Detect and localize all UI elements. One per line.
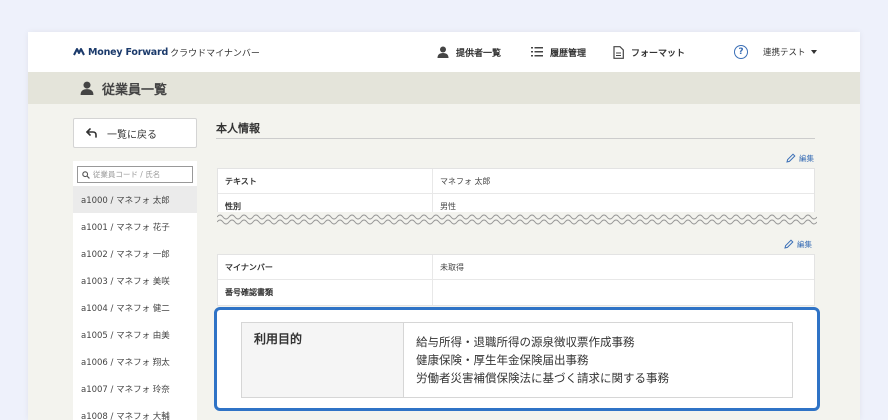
back-to-list-button[interactable]: 一覧に戻る bbox=[73, 118, 197, 148]
employee-list-item[interactable]: a1001 / マネフォ 花子 bbox=[73, 213, 197, 240]
person-icon bbox=[437, 46, 449, 58]
table-row: テキスト マネフォ 太郎 bbox=[218, 169, 814, 194]
logo-product: クラウドマイナンバー bbox=[170, 48, 260, 59]
back-arrow-icon bbox=[86, 128, 97, 138]
purpose-line: 給与所得・退職所得の源泉徴収票作成事務 bbox=[416, 335, 635, 349]
purpose-line: 健康保険・厚生年金保険届出事務 bbox=[416, 353, 589, 367]
app-window: Money Forward クラウドマイナンバー 提供者一覧 履歴管理 フォーマ… bbox=[28, 32, 860, 420]
purpose-line: 労働者災害補償保険法に基づく請求に関する事務 bbox=[416, 371, 669, 385]
brand-logo[interactable]: Money Forward クラウドマイナンバー bbox=[73, 44, 260, 60]
nav-provider-list[interactable]: 提供者一覧 bbox=[437, 44, 501, 60]
employee-list-item[interactable]: a1008 / マネフォ 大輔 bbox=[73, 402, 197, 420]
employee-list-item[interactable]: a1002 / マネフォ 一郎 bbox=[73, 240, 197, 267]
edit-label: 編集 bbox=[797, 239, 812, 249]
nav-provider-list-label: 提供者一覧 bbox=[456, 48, 502, 59]
employee-list-item[interactable]: a1007 / マネフォ 玲奈 bbox=[73, 375, 197, 402]
pencil-icon bbox=[786, 153, 796, 163]
nav-history-label: 履歴管理 bbox=[550, 48, 587, 59]
nav-format-label: フォーマット bbox=[631, 48, 686, 59]
employee-list-item[interactable]: a1000 / マネフォ 太郎 bbox=[73, 186, 197, 213]
employee-sidebar: a1000 / マネフォ 太郎 a1001 / マネフォ 花子 a1002 / … bbox=[73, 161, 197, 420]
logo-brand: Money Forward bbox=[88, 46, 169, 58]
user-menu[interactable]: ? 連携テスト bbox=[734, 43, 817, 61]
employee-search bbox=[77, 166, 193, 183]
chevron-down-icon bbox=[810, 50, 817, 54]
torn-edge-divider bbox=[217, 212, 817, 226]
employee-list-item[interactable]: a1004 / マネフォ 健二 bbox=[73, 294, 197, 321]
row-label: テキスト bbox=[218, 169, 433, 193]
employee-list-item[interactable]: a1005 / マネフォ 由美 bbox=[73, 321, 197, 348]
top-header: Money Forward クラウドマイナンバー 提供者一覧 履歴管理 フォーマ… bbox=[28, 32, 860, 72]
edit-basic-info-link[interactable]: 編集 bbox=[786, 152, 814, 164]
table-row: マイナンバー 未取得 bbox=[218, 255, 814, 280]
pencil-icon bbox=[784, 239, 794, 249]
person-icon bbox=[80, 81, 94, 95]
list-icon bbox=[531, 47, 543, 57]
row-value: 未取得 bbox=[440, 262, 464, 272]
page-title: 従業員一覧 bbox=[102, 82, 168, 98]
user-name: 連携テスト bbox=[763, 48, 806, 58]
employee-search-input[interactable] bbox=[92, 170, 192, 179]
money-forward-logo-icon bbox=[73, 48, 85, 56]
employee-list-item[interactable]: a1006 / マネフォ 翔太 bbox=[73, 348, 197, 375]
edit-label: 編集 bbox=[799, 153, 814, 163]
back-to-list-label: 一覧に戻る bbox=[107, 129, 157, 141]
employee-list-item[interactable]: a1003 / マネフォ 美咲 bbox=[73, 267, 197, 294]
help-icon[interactable]: ? bbox=[734, 45, 748, 59]
nav-history[interactable]: 履歴管理 bbox=[531, 44, 586, 60]
row-value bbox=[433, 280, 814, 305]
row-label: マイナンバー bbox=[218, 255, 433, 279]
purpose-highlight-box: 利用目的 給与所得・退職所得の源泉徴収票作成事務 健康保険・厚生年金保険届出事務… bbox=[214, 307, 820, 411]
document-icon bbox=[613, 45, 624, 59]
edit-mynumber-link[interactable]: 編集 bbox=[784, 238, 812, 250]
page-titlebar: 従業員一覧 bbox=[28, 72, 860, 104]
nav-format[interactable]: フォーマット bbox=[613, 44, 685, 60]
purpose-lines: 給与所得・退職所得の源泉徴収票作成事務 健康保険・厚生年金保険届出事務 労働者災… bbox=[404, 323, 669, 397]
search-icon bbox=[82, 170, 90, 179]
section-divider bbox=[216, 138, 815, 139]
row-label: 番号確認書類 bbox=[218, 280, 433, 305]
section-title: 本人情報 bbox=[216, 122, 260, 135]
mynumber-info-table: マイナンバー 未取得 番号確認書類 bbox=[217, 254, 815, 306]
row-value: マネフォ 太郎 bbox=[440, 176, 491, 186]
purpose-label: 利用目的 bbox=[242, 323, 404, 397]
purpose-table: 利用目的 給与所得・退職所得の源泉徴収票作成事務 健康保険・厚生年金保険届出事務… bbox=[241, 322, 793, 398]
table-row: 番号確認書類 bbox=[218, 280, 814, 305]
